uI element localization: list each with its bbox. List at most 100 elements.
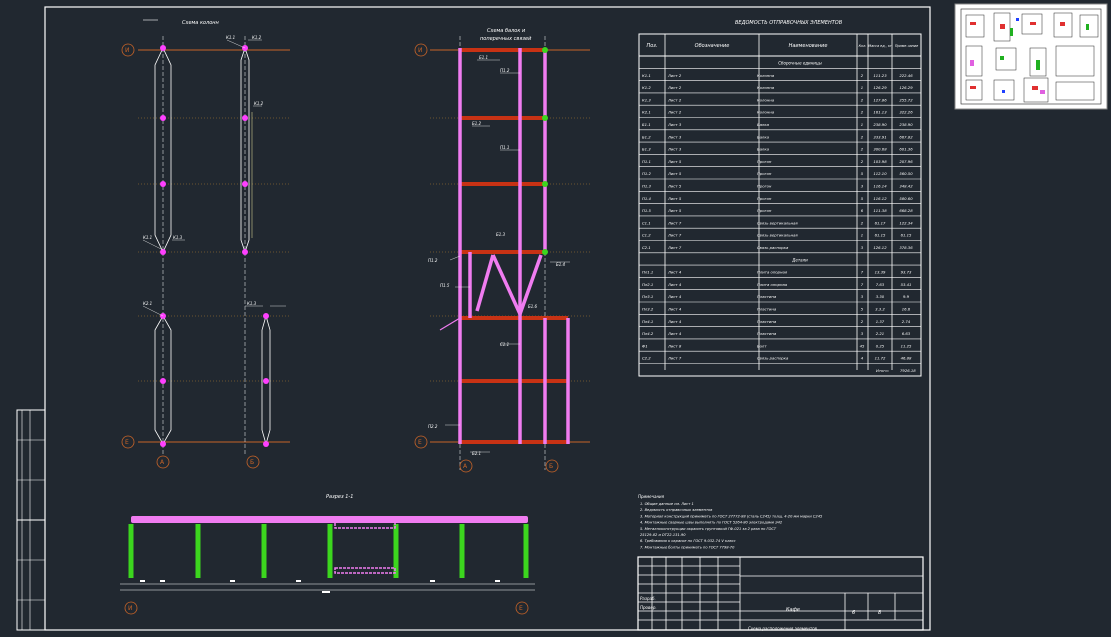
table-cell-name: Прогон: [757, 208, 772, 213]
section-title: Разрез 1-1: [326, 494, 353, 500]
table-cell-total: 580.60: [899, 196, 913, 201]
table-header: Наименование: [789, 43, 828, 49]
table-cell-qty: 3: [861, 245, 864, 250]
table-cell-qty: 1: [861, 122, 863, 127]
table-cell-name: Балка: [757, 134, 770, 139]
table-cell-doc: Лист 5: [667, 171, 682, 176]
stamp-sheets: 8: [878, 610, 881, 616]
table-cell-mass: 11.72: [875, 356, 886, 361]
col-label: К1.1: [143, 235, 152, 240]
beam-label: П1.2: [500, 68, 510, 73]
left-stamp-lower: [16, 519, 46, 631]
section-top-beam: [131, 516, 528, 523]
table-cell-total: 348.42: [899, 184, 913, 189]
beam-label: П2.2: [428, 424, 438, 429]
table-cell-doc: Лист 7: [667, 245, 682, 250]
table-cell-qty: 7: [861, 282, 864, 287]
table-cell-qty: 6: [861, 208, 864, 213]
note-line: 3. Материал конструкций принимать по ГОС…: [640, 514, 823, 518]
table-cell-pos: С1.1: [642, 220, 651, 225]
table-cell-mass: 127.86: [873, 97, 887, 102]
table-cell-mass: 111.23: [873, 73, 887, 78]
column-outlines: [154, 46, 271, 446]
table-header: Обозначение: [695, 43, 730, 49]
table-cell-pos: Б1.3: [642, 147, 651, 152]
table-cell-mass: 112.10: [873, 171, 887, 176]
table-cell-mass: 13.39: [875, 270, 886, 275]
axis-label: Б: [250, 459, 254, 466]
table-cell-pos: П1.4: [642, 196, 651, 201]
table-cell-total: 238.90: [899, 122, 913, 127]
table-cell-qty: 2: [861, 147, 864, 152]
table-cell-pos: К1.3: [642, 97, 651, 102]
table-cell-qty: 2: [861, 220, 864, 225]
table-cell-pos: Пл1.1: [642, 270, 653, 275]
table-cell-pos: Пл3.2: [642, 307, 654, 312]
table-cell-doc: Лист 2: [667, 110, 682, 115]
table-cell-total: 46.88: [901, 356, 912, 361]
table-cell-pos: К1.2: [642, 85, 651, 90]
beam-label: Б1.3: [496, 232, 506, 237]
table-cell-mass: 61.15: [875, 233, 886, 238]
table-cell-mass: 333.91: [873, 134, 886, 139]
table-section-title: Детали: [791, 257, 808, 262]
axis-label: И: [125, 47, 130, 54]
table-cell-pos: Ф1: [642, 343, 648, 348]
beam-pink-group: [458, 48, 570, 444]
stamp-role: Провер.: [640, 605, 657, 610]
table-cell-total: 222.46: [899, 73, 913, 78]
table-cell-total: 6.63: [902, 331, 911, 336]
table-cell-name: Пластина: [757, 307, 777, 312]
stamp-role: Разраб.: [640, 596, 656, 601]
col-label: К1.3: [247, 301, 257, 306]
table-cell-name: Прогон: [757, 196, 772, 201]
col-label: К1.2: [252, 35, 262, 40]
table-cell-pos: Б1.1: [642, 122, 651, 127]
table-cell-pos: П1.1: [642, 159, 651, 164]
stamp-drawing-name: Схема расположения элементов: [748, 626, 818, 631]
table-cell-total: 122.34: [899, 220, 913, 225]
table-total-label: Итого:: [876, 368, 889, 373]
table-cell-total: 93.73: [901, 270, 912, 275]
axis-label: А: [463, 463, 468, 470]
table-cell-pos: С1.2: [642, 233, 651, 238]
axis-label: И: [128, 605, 133, 612]
table-cell-pos: С2.1: [642, 245, 651, 250]
axis-bubbles-left: [121, 43, 260, 469]
table-cell-pos: К1.1: [642, 73, 651, 78]
table-cell-total: 11.25: [901, 343, 912, 348]
drawing-canvas[interactable]: Схема колонн К1.1 К1.2 К1.2 К1.1 К1.3 К2…: [0, 0, 1111, 633]
table-cell-mass: 3.3.2: [875, 307, 885, 312]
table-cell-qty: 2: [861, 319, 864, 324]
table-cell-qty: 3: [861, 294, 864, 299]
note-line: 1. Общие данные см. Лист 1: [640, 502, 694, 506]
beam-label: П1.5: [440, 283, 450, 288]
note-line: 5. Металлоконструкции окрасить грунтовко…: [640, 527, 777, 531]
table-cell-name: Пластина: [757, 294, 777, 299]
notes-block: 1. Общие данные см. Лист 1 2. Ведомость о…: [640, 502, 823, 549]
table-cell-name: Балка: [757, 147, 770, 152]
table-cell-doc: Лист 2: [667, 73, 682, 78]
stamp-sheet-name: Кафе: [786, 607, 800, 613]
table-cell-pos: П1.3: [642, 184, 651, 189]
table-cell-pos: Пл4.2: [642, 331, 654, 336]
table-cell-qty: 2: [861, 97, 864, 102]
table-cell-name: Колонна: [757, 85, 775, 90]
left-stamp-lines: [17, 410, 45, 520]
table-cell-doc: Лист 4: [667, 331, 682, 336]
table-section-title: Сборочные единицы: [778, 61, 821, 66]
table-cell-doc: Лист 7: [667, 233, 682, 238]
table-cell-name: Связь вертикальная: [757, 233, 798, 238]
table-cell-doc: Лист 5: [667, 159, 682, 164]
table-cell-name: Прогон: [757, 184, 772, 189]
columns-scheme-title: Схема колонн: [182, 20, 220, 26]
table-cell-name: Балка: [757, 122, 770, 127]
table-cell-qty: 45: [860, 343, 865, 348]
table-cell-total: 207.96: [899, 159, 913, 164]
table-cell-qty: 1: [861, 233, 863, 238]
table-cell-qty: 5: [861, 171, 864, 176]
table-cell-doc: Лист 2: [667, 97, 682, 102]
sheet-thumbnail[interactable]: [954, 3, 1108, 110]
table-cell-pos: К2.1: [642, 110, 651, 115]
beams-scheme-title-2: поперечных связей: [480, 36, 532, 42]
